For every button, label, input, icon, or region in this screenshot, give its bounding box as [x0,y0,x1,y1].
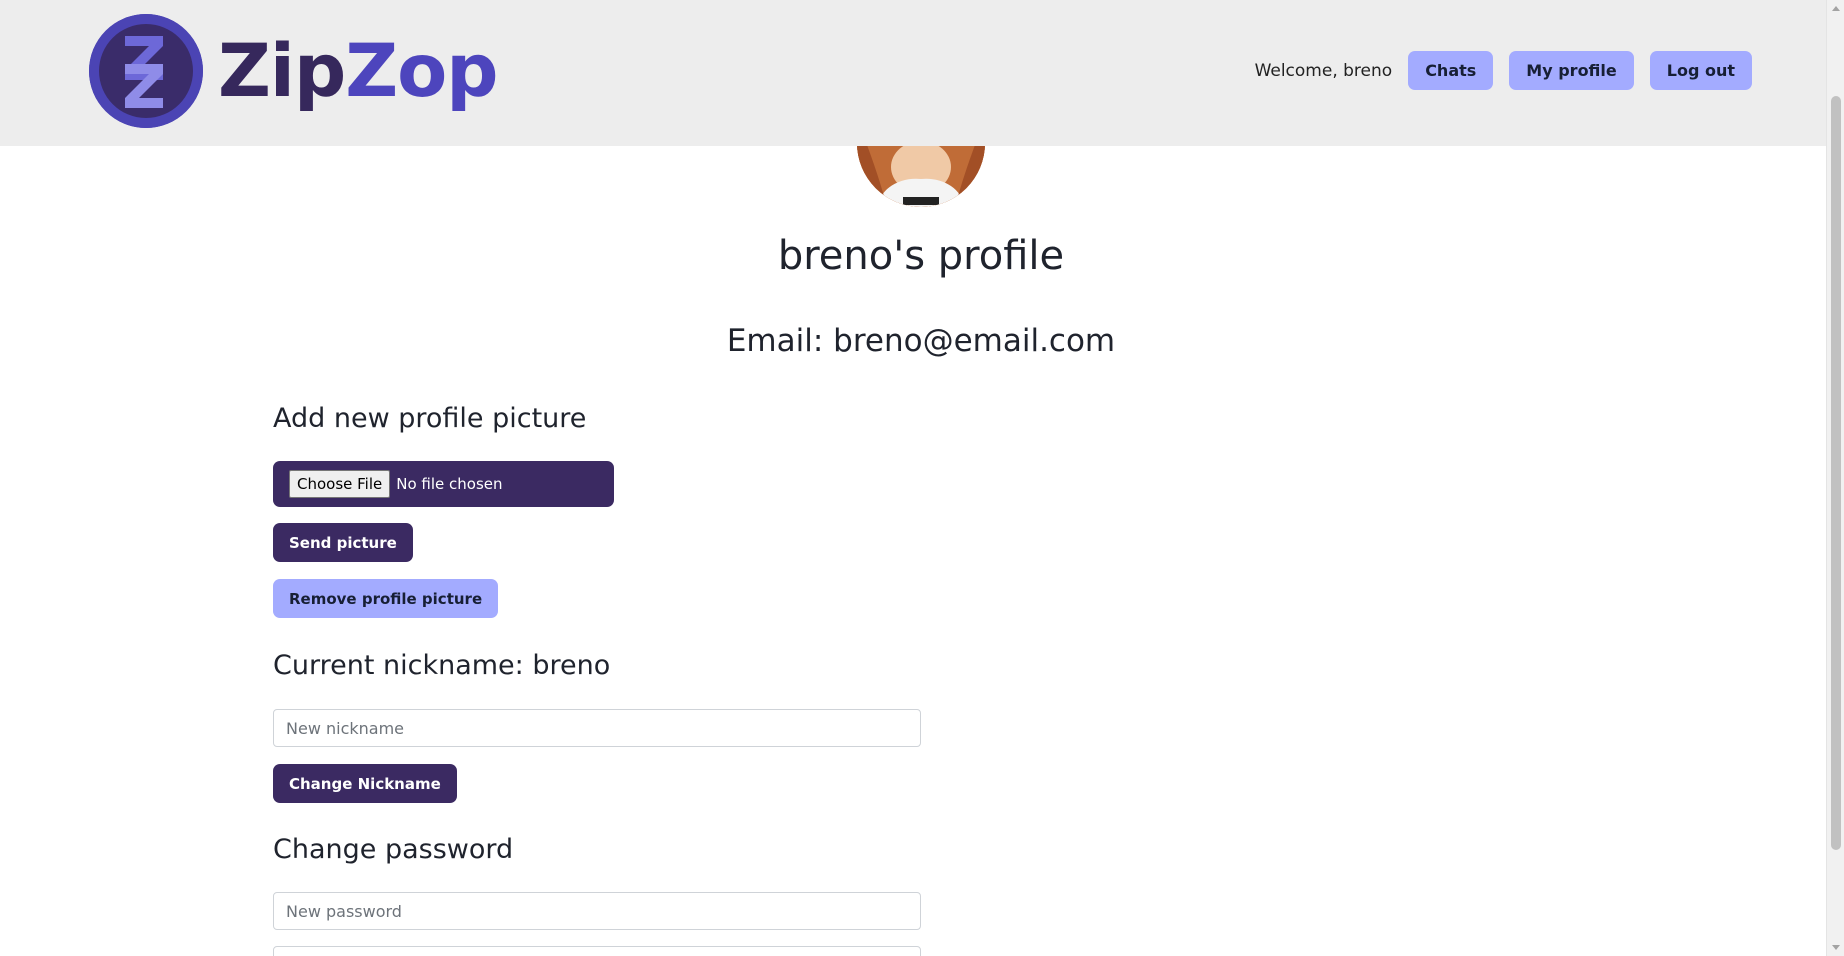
scrollbar-thumb[interactable] [1831,96,1841,850]
profile-title: breno's profile [777,233,1065,279]
picture-section: Add new profile picture [273,403,586,434]
nickname-section: Current nickname: breno [273,650,610,681]
new-password-input[interactable] [273,892,921,930]
new-nickname-input[interactable] [273,709,921,747]
welcome-text: Welcome, breno [1254,60,1393,81]
nav-actions: Welcome, breno Chats My profile Log out [1255,51,1752,90]
brand-name-zip: Zip [218,28,346,114]
picture-heading: Add new profile picture [273,403,587,434]
nickname-heading: Current nickname: breno [273,650,611,681]
file-status: No file chosen [396,475,503,493]
scroll-down-arrow-icon[interactable] [1832,945,1840,950]
chats-button[interactable]: Chats [1408,51,1494,90]
remove-picture-button[interactable]: Remove profile picture [273,579,499,618]
brand[interactable]: ZipZop [89,14,499,128]
choose-file-button[interactable]: Choose File [289,470,391,498]
my-profile-button[interactable]: My profile [1509,51,1634,90]
password-confirm-input[interactable] [273,946,921,956]
password-heading: Change password [273,834,514,865]
password-section: Change password [273,834,513,865]
page: ZipZop Welcome, breno Chats My profile L… [0,0,1826,956]
page-scrollbar[interactable] [1826,0,1844,956]
send-picture-button[interactable]: Send picture [273,523,413,562]
brand-name: ZipZop [218,35,499,108]
scroll-up-arrow-icon[interactable] [1832,6,1840,11]
top-navbar: ZipZop Welcome, breno Chats My profile L… [0,0,1826,146]
file-input[interactable]: Choose File No file chosen [273,461,614,507]
profile-email: Email: breno@email.com [726,323,1116,359]
zipzop-logo-icon [89,14,203,128]
change-nickname-button[interactable]: Change Nickname [273,764,457,803]
brand-name-zop: Zop [345,28,498,114]
log-out-button[interactable]: Log out [1649,51,1752,90]
